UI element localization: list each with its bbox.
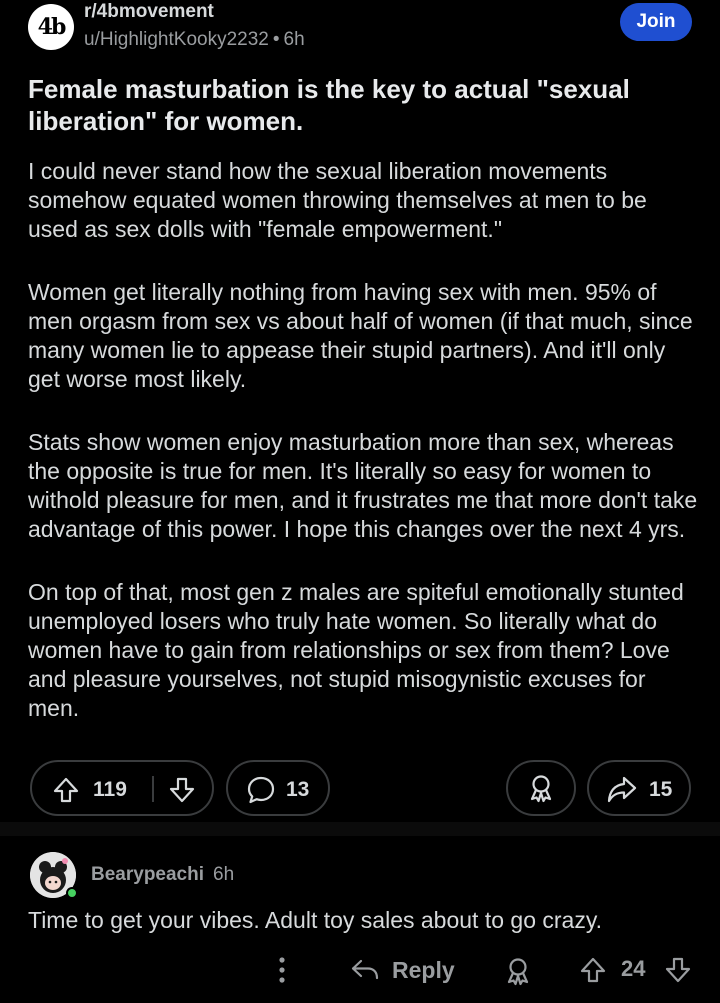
downvote-icon[interactable] (168, 776, 196, 804)
vote-control: 119 (30, 760, 214, 816)
comments-button[interactable]: 13 (226, 760, 330, 816)
commenter-name[interactable]: Bearypeachi (91, 864, 204, 886)
post-title: Female masturbation is the key to actual… (28, 74, 630, 136)
online-indicator (66, 887, 78, 899)
award-icon (526, 773, 556, 803)
share-arrow-icon (606, 774, 638, 804)
post-body: I could never stand how the sexual liber… (28, 157, 698, 757)
upvote-icon[interactable] (52, 776, 80, 804)
comment-actions: Reply 24 (0, 950, 720, 990)
comment-upvote-icon[interactable] (579, 956, 607, 984)
section-divider (0, 822, 720, 836)
share-button[interactable]: 15 (587, 760, 691, 816)
reply-arrow-icon (351, 959, 379, 980)
post-actions: 119 13 15 (0, 760, 720, 816)
post-meta: u/HighlightKooky2232 • 6h (84, 28, 305, 52)
comment-downvote-icon[interactable] (664, 956, 692, 984)
comment-count: 13 (286, 778, 310, 801)
vote-divider (152, 776, 154, 802)
comment-text: Time to get your vibes. Adult toy sales … (28, 907, 603, 933)
post-paragraph: Stats show women enjoy masturbation more… (28, 429, 698, 542)
upvote-count: 119 (93, 778, 127, 801)
more-options-icon[interactable] (270, 954, 294, 986)
meta-separator: • (272, 29, 280, 50)
join-button[interactable]: Join (620, 3, 692, 41)
post-time: 6h (283, 29, 305, 50)
post: 4b r/4bmovement u/HighlightKooky2232 • 6h … (0, 0, 720, 822)
share-count: 15 (649, 778, 673, 801)
reply-label: Reply (392, 956, 455, 983)
comment-score: 24 (621, 956, 646, 981)
comment: Bearypeachi 6h Time to get your vibes. A… (0, 836, 720, 1003)
subreddit-name[interactable]: r/4bmovement (84, 0, 214, 24)
subreddit-avatar[interactable]: 4b (28, 4, 74, 50)
comment-award-icon[interactable] (503, 956, 533, 986)
post-paragraph: Women get literally nothing from having … (28, 279, 693, 392)
comment-time: 6h (213, 864, 235, 885)
subreddit-avatar-text: 4b (37, 14, 67, 40)
award-button[interactable] (506, 760, 576, 816)
post-paragraph: On top of that, most gen z males are spi… (28, 579, 684, 721)
author-name[interactable]: u/HighlightKooky2232 (84, 29, 269, 50)
comment-bubble-icon (246, 775, 276, 805)
post-paragraph: I could never stand how the sexual liber… (28, 158, 647, 242)
reply-button[interactable]: Reply (350, 956, 455, 984)
post-header: 4b r/4bmovement u/HighlightKooky2232 • 6h … (28, 0, 698, 60)
